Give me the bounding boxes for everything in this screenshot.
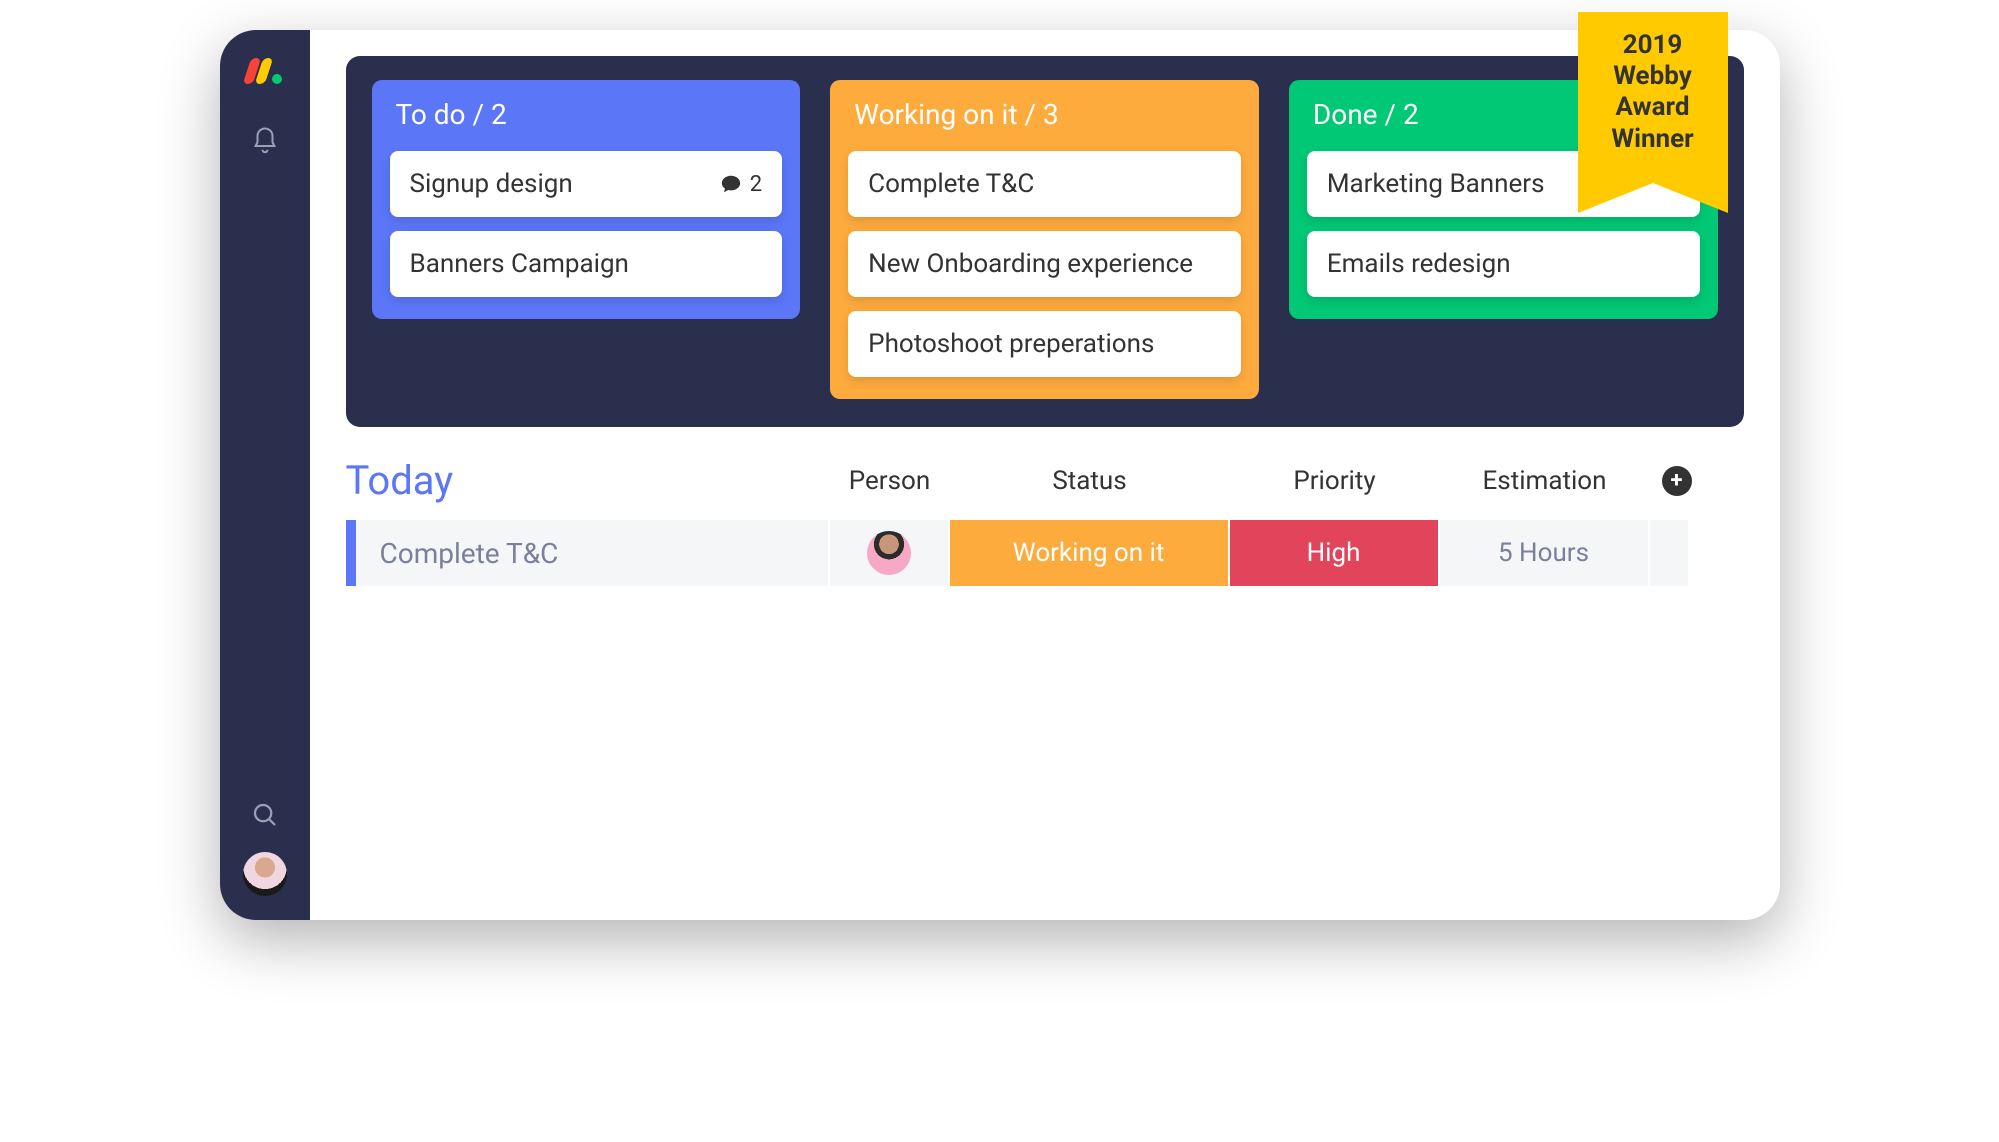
task-priority-cell[interactable]: High xyxy=(1230,520,1440,586)
task-name: Complete T&C xyxy=(380,537,559,570)
kanban-card-title: Banners Campaign xyxy=(410,249,629,279)
column-header-estimation: Estimation xyxy=(1440,466,1650,496)
comment-icon xyxy=(720,173,742,195)
app-logo[interactable] xyxy=(247,58,282,84)
kanban-card-title: New Onboarding experience xyxy=(868,249,1193,279)
task-extra-cell[interactable] xyxy=(1650,520,1690,586)
column-header-status: Status xyxy=(950,466,1230,496)
kanban-card[interactable]: Photoshoot preperations xyxy=(848,311,1241,377)
comment-number: 2 xyxy=(750,172,762,197)
kanban-column-header: Working on it / 3 xyxy=(848,94,1241,137)
kanban-card-title: Complete T&C xyxy=(868,169,1034,199)
bell-icon xyxy=(250,126,280,156)
logo-dot-green xyxy=(272,74,282,84)
kanban-card[interactable]: New Onboarding experience xyxy=(848,231,1241,297)
user-avatar[interactable] xyxy=(243,852,287,896)
kanban-card[interactable]: Banners Campaign xyxy=(390,231,783,297)
kanban-board: To do / 2 Signup design 2 Banners Campai… xyxy=(346,56,1744,427)
ribbon-text: Webby xyxy=(1588,61,1718,92)
award-ribbon: 2019 Webby Award Winner xyxy=(1578,12,1728,183)
search-icon xyxy=(250,800,280,830)
task-person-cell[interactable] xyxy=(830,520,950,586)
kanban-card[interactable]: Emails redesign xyxy=(1307,231,1700,297)
priority-label: High xyxy=(1307,538,1361,568)
main-content: To do / 2 Signup design 2 Banners Campai… xyxy=(310,30,1780,920)
task-status-cell[interactable]: Working on it xyxy=(950,520,1230,586)
search-button[interactable] xyxy=(250,800,280,834)
ribbon-text: Winner xyxy=(1588,124,1718,155)
kanban-card[interactable]: Complete T&C xyxy=(848,151,1241,217)
task-row[interactable]: Complete T&C Working on it High 5 Hours xyxy=(346,520,1744,586)
add-column-button[interactable]: + xyxy=(1662,466,1692,496)
app-window: 2019 Webby Award Winner xyxy=(220,30,1780,920)
task-name-cell[interactable]: Complete T&C xyxy=(356,520,830,586)
task-estimation-cell[interactable]: 5 Hours xyxy=(1440,520,1650,586)
kanban-card-title: Signup design xyxy=(410,169,573,199)
today-heading: Today xyxy=(346,457,830,504)
card-comment-count[interactable]: 2 xyxy=(720,172,762,197)
kanban-card-title: Marketing Banners xyxy=(1327,169,1545,199)
kanban-column-working: Working on it / 3 Complete T&C New Onboa… xyxy=(830,80,1259,399)
kanban-card[interactable]: Signup design 2 xyxy=(390,151,783,217)
row-color-accent xyxy=(346,520,356,586)
kanban-card-title: Emails redesign xyxy=(1327,249,1511,279)
column-header-person: Person xyxy=(830,466,950,496)
sidebar xyxy=(220,30,310,920)
notifications-button[interactable] xyxy=(250,126,280,160)
today-header-row: Today Person Status Priority Estimation … xyxy=(346,457,1744,504)
ribbon-text: 2019 xyxy=(1588,30,1718,61)
ribbon-text: Award xyxy=(1588,92,1718,123)
person-avatar xyxy=(867,531,911,575)
kanban-column-header: To do / 2 xyxy=(390,94,783,137)
estimation-label: 5 Hours xyxy=(1498,538,1589,568)
kanban-column-todo: To do / 2 Signup design 2 Banners Campai… xyxy=(372,80,801,319)
column-header-priority: Priority xyxy=(1230,466,1440,496)
today-section: Today Person Status Priority Estimation … xyxy=(310,427,1780,586)
status-label: Working on it xyxy=(1013,538,1165,568)
kanban-card-title: Photoshoot preperations xyxy=(868,329,1154,359)
plus-icon: + xyxy=(1671,468,1683,493)
